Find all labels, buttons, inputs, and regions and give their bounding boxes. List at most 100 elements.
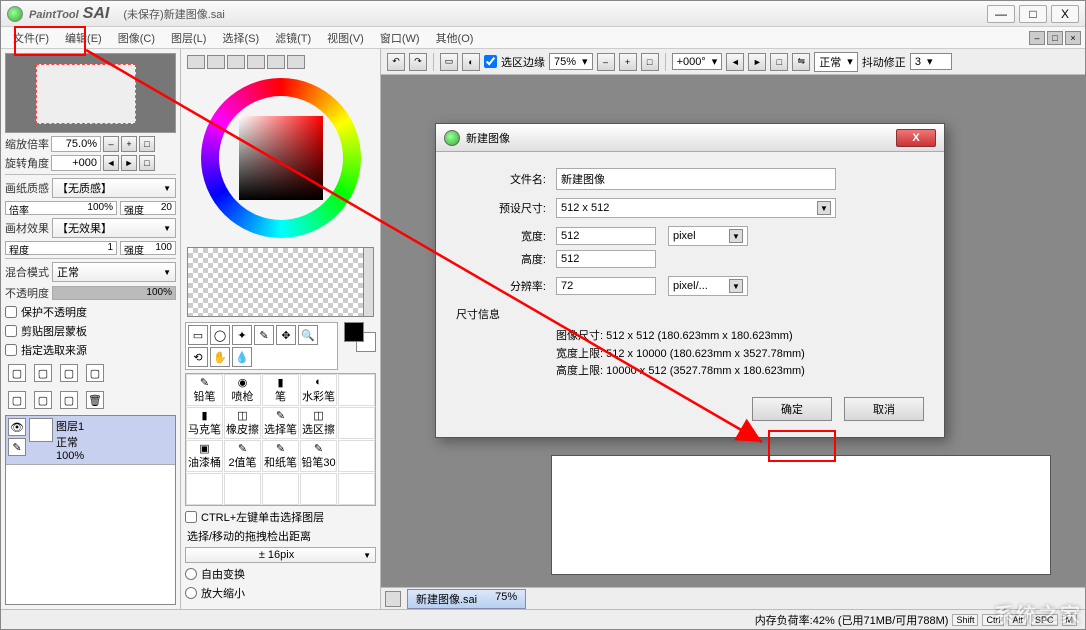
blend-mode-combo[interactable]: 正常▼ <box>52 262 176 282</box>
window-maximize-button[interactable]: □ <box>1019 5 1047 23</box>
transfer-down-button[interactable]: ▢ <box>86 364 104 382</box>
new-folder-button[interactable]: ▢ <box>60 364 78 382</box>
zoom-fit-button[interactable]: □ <box>641 53 659 71</box>
lasso-tool[interactable]: ◯ <box>210 325 230 345</box>
fg-bg-colors[interactable] <box>344 322 376 352</box>
rotate-cw-button[interactable]: ► <box>121 155 137 171</box>
text-tool[interactable]: ✎ <box>254 325 274 345</box>
scale-radio[interactable] <box>185 587 197 599</box>
rotation-value[interactable]: +000 <box>51 155 101 171</box>
window-minimize-button[interactable]: — <box>987 5 1015 23</box>
menu-edit[interactable]: 编辑(E) <box>57 28 110 48</box>
magic-wand-tool[interactable]: ✦ <box>232 325 252 345</box>
brush-empty[interactable] <box>186 473 223 505</box>
filename-input[interactable]: 新建图像 <box>556 168 836 190</box>
brush-empty[interactable] <box>224 473 261 505</box>
color-scratchpad-tab[interactable] <box>287 55 305 69</box>
eyedropper-tool[interactable]: 💧 <box>232 347 252 367</box>
brush-empty[interactable] <box>338 440 375 472</box>
zoom-value[interactable]: 75.0% <box>51 136 101 152</box>
clipping-mask-checkbox[interactable] <box>5 325 17 337</box>
canvas[interactable] <box>551 455 1051 575</box>
opacity-slider[interactable]: 100% <box>52 286 176 300</box>
zoom-tool[interactable]: 🔍 <box>298 325 318 345</box>
invert-sel-button[interactable]: ◐ <box>462 53 480 71</box>
color-swatch-tab[interactable] <box>267 55 285 69</box>
zoom-out-button[interactable]: – <box>103 136 119 152</box>
fg-color[interactable] <box>344 322 364 342</box>
layer-visibility-icon[interactable]: 👁 <box>8 418 26 436</box>
dialog-close-button[interactable]: X <box>896 129 936 147</box>
rotate-ccw-button[interactable]: ◄ <box>103 155 119 171</box>
brush-paper[interactable]: ✎和纸笔 <box>262 440 299 472</box>
effect-extent-slider[interactable]: 程度1 <box>5 241 117 255</box>
brush-empty[interactable] <box>338 374 375 406</box>
delete-layer-button[interactable]: 🗑 <box>86 391 104 409</box>
free-transform-radio[interactable] <box>185 568 197 580</box>
stabilizer-combo[interactable]: 3▾ <box>910 53 952 70</box>
rotate-tool[interactable]: ⟲ <box>188 347 208 367</box>
drag-threshold-combo[interactable]: ± 16pix▼ <box>185 547 376 563</box>
width-input[interactable]: 512 <box>556 227 656 245</box>
dialog-titlebar[interactable]: 新建图像 X <box>436 124 944 152</box>
protect-alpha-checkbox[interactable] <box>5 306 17 318</box>
doc-close-button[interactable]: × <box>1065 31 1081 45</box>
rotate-reset-button[interactable]: □ <box>770 53 788 71</box>
move-tool[interactable]: ✥ <box>276 325 296 345</box>
sel-edge-checkbox[interactable] <box>484 55 497 68</box>
color-hsv-tab[interactable] <box>227 55 245 69</box>
navigator-viewport[interactable] <box>36 64 136 124</box>
brush-watercolor[interactable]: ◐水彩笔 <box>300 374 337 406</box>
selection-source-checkbox[interactable] <box>5 344 17 356</box>
menu-select[interactable]: 选择(S) <box>214 28 267 48</box>
brush-empty[interactable] <box>338 407 375 439</box>
brush-bucket[interactable]: ▣油漆桶 <box>186 440 223 472</box>
brush-pencil30[interactable]: ✎铅笔30 <box>300 440 337 472</box>
rotate-cw-button[interactable]: ► <box>748 53 766 71</box>
size-unit-combo[interactable]: pixel▼ <box>668 226 748 246</box>
brush-eraser[interactable]: ◫橡皮擦 <box>224 407 261 439</box>
color-wheel[interactable] <box>201 78 361 238</box>
menu-file[interactable]: 文件(F) <box>5 28 57 48</box>
swatch-panel[interactable] <box>187 247 374 317</box>
brush-marker[interactable]: ▮马克笔 <box>186 407 223 439</box>
brush-brush[interactable]: ▮笔 <box>262 374 299 406</box>
brush-binary[interactable]: ✎2值笔 <box>224 440 261 472</box>
menu-layer[interactable]: 图层(L) <box>163 28 214 48</box>
tab-prev-button[interactable] <box>385 591 401 607</box>
doc-maximize-button[interactable]: □ <box>1047 31 1063 45</box>
brush-selpen[interactable]: ✎选择笔 <box>262 407 299 439</box>
brush-seleraser[interactable]: ◫选区擦 <box>300 407 337 439</box>
zoom-in-button[interactable]: + <box>121 136 137 152</box>
deselect-button[interactable]: ▭ <box>440 53 458 71</box>
brush-empty[interactable] <box>300 473 337 505</box>
new-linework-button[interactable]: ▢ <box>34 364 52 382</box>
resolution-unit-combo[interactable]: pixel/...▼ <box>668 276 748 296</box>
canvas-mode-combo[interactable]: 正常▾ <box>814 52 858 72</box>
canvas-angle-combo[interactable]: +000°▾ <box>672 53 723 70</box>
document-tab[interactable]: 新建图像.sai 75% <box>407 589 526 609</box>
menu-window[interactable]: 窗口(W) <box>372 28 428 48</box>
color-wheel-tab[interactable] <box>187 55 205 69</box>
layer-edit-icon[interactable]: ✎ <box>8 438 26 456</box>
texture-strength-slider[interactable]: 强度20 <box>120 201 176 215</box>
undo-button[interactable]: ↶ <box>387 53 405 71</box>
navigator[interactable] <box>5 53 176 133</box>
ctrl-click-checkbox[interactable] <box>185 511 197 523</box>
texture-scale-slider[interactable]: 倍率100% <box>5 201 117 215</box>
menu-filter[interactable]: 滤镜(T) <box>267 28 319 48</box>
brush-empty[interactable] <box>338 473 375 505</box>
zoom-reset-button[interactable]: □ <box>139 136 155 152</box>
color-mixer-tab[interactable] <box>247 55 265 69</box>
material-effect-combo[interactable]: 【无效果】▼ <box>52 218 176 238</box>
resolution-input[interactable]: 72 <box>556 277 656 295</box>
window-close-button[interactable]: X <box>1051 5 1079 23</box>
brush-pencil[interactable]: ✎铅笔 <box>186 374 223 406</box>
menu-view[interactable]: 视图(V) <box>319 28 372 48</box>
zoom-in-button[interactable]: + <box>619 53 637 71</box>
redo-button[interactable]: ↷ <box>409 53 427 71</box>
menu-other[interactable]: 其他(O) <box>428 28 482 48</box>
preset-combo[interactable]: 512 x 512▼ <box>556 198 836 218</box>
rotate-reset-button[interactable]: □ <box>139 155 155 171</box>
brush-airbrush[interactable]: ◉喷枪 <box>224 374 261 406</box>
